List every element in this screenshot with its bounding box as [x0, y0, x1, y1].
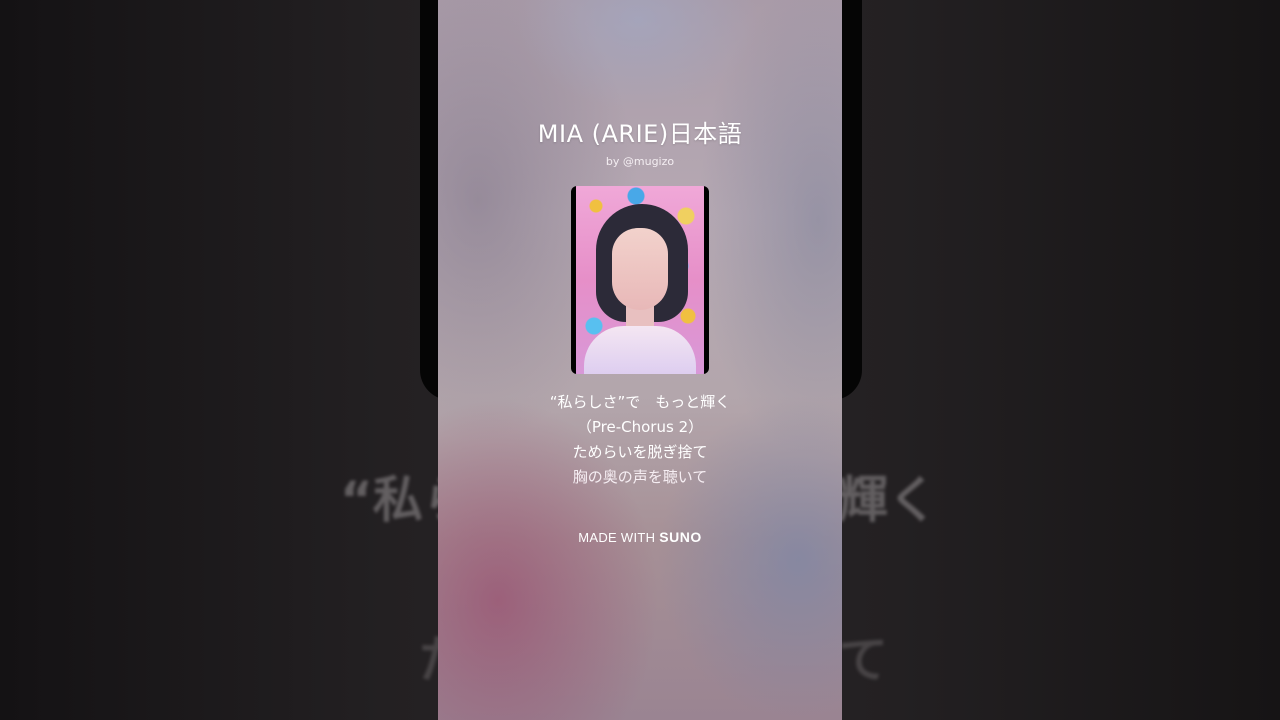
suno-brand: SUNO	[659, 529, 702, 545]
cover-art	[571, 186, 709, 374]
lyric-line: “私らしさ”で もっと輝く	[549, 393, 731, 411]
video-frame: “私ら 輝く た て MIA (ARIE)日本語 by @mugizo “私らし…	[0, 0, 1280, 720]
cover-face	[612, 228, 668, 310]
cover-art-portrait-icon	[576, 186, 704, 374]
cover-body	[584, 326, 696, 374]
background-lyric: て	[838, 631, 888, 689]
song-author: by @mugizo	[605, 155, 675, 168]
song-panel: MIA (ARIE)日本語 by @mugizo “私らしさ”で もっと輝く （…	[438, 0, 842, 720]
made-with-label: MADE WITH	[578, 530, 656, 545]
made-with-badge: MADE WITH SUNO	[438, 529, 842, 545]
lyric-line: 胸の奥の声を聴いて	[572, 468, 708, 486]
lyrics-block: “私らしさ”で もっと輝く （Pre-Chorus 2） ためらいを脱ぎ捨て 胸…	[438, 390, 842, 490]
lyric-section-label: （Pre-Chorus 2）	[576, 418, 704, 436]
background-lyric: 輝く	[838, 471, 938, 529]
lyric-line: ためらいを脱ぎ捨て	[572, 443, 708, 461]
song-title: MIA (ARIE)日本語	[537, 120, 743, 148]
